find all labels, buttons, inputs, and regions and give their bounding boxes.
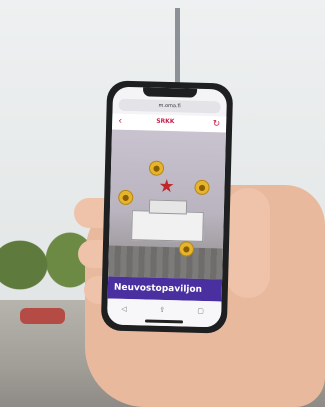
app-logo: SRKK: [156, 117, 175, 126]
ground-tiles: [108, 245, 223, 280]
refresh-icon[interactable]: ↻: [212, 118, 221, 130]
parked-car: [20, 308, 65, 324]
back-nav-icon[interactable]: ◁: [121, 305, 127, 313]
coin-icon[interactable]: ●: [118, 189, 134, 206]
coin-icon[interactable]: ●: [148, 160, 165, 176]
ar-camera-view[interactable]: ★ ● ● ● ●: [108, 129, 226, 280]
browser-bottom-bar: ◁ ⇪ ▢: [106, 298, 222, 328]
thumb: [226, 188, 270, 298]
coin-icon[interactable]: ●: [194, 179, 210, 196]
photo-scene: m.oma.fi ‹ SRKK ↻ ★ ● ● ● ● Neuvostopavi…: [0, 0, 325, 407]
red-star-icon: ★: [158, 175, 175, 198]
share-icon[interactable]: ⇪: [159, 306, 165, 314]
location-title-banner: Neuvostopaviljon: [107, 276, 223, 302]
building-model: [131, 210, 204, 242]
phone-notch: [142, 87, 198, 98]
home-indicator: [144, 319, 184, 324]
chevron-left-icon[interactable]: ‹: [118, 116, 122, 128]
tabs-icon[interactable]: ▢: [197, 307, 204, 315]
browser-url-bar[interactable]: m.oma.fi: [118, 98, 221, 114]
phone-screen: m.oma.fi ‹ SRKK ↻ ★ ● ● ● ● Neuvostopavi…: [106, 86, 228, 328]
smartphone: m.oma.fi ‹ SRKK ↻ ★ ● ● ● ● Neuvostopavi…: [100, 80, 234, 334]
